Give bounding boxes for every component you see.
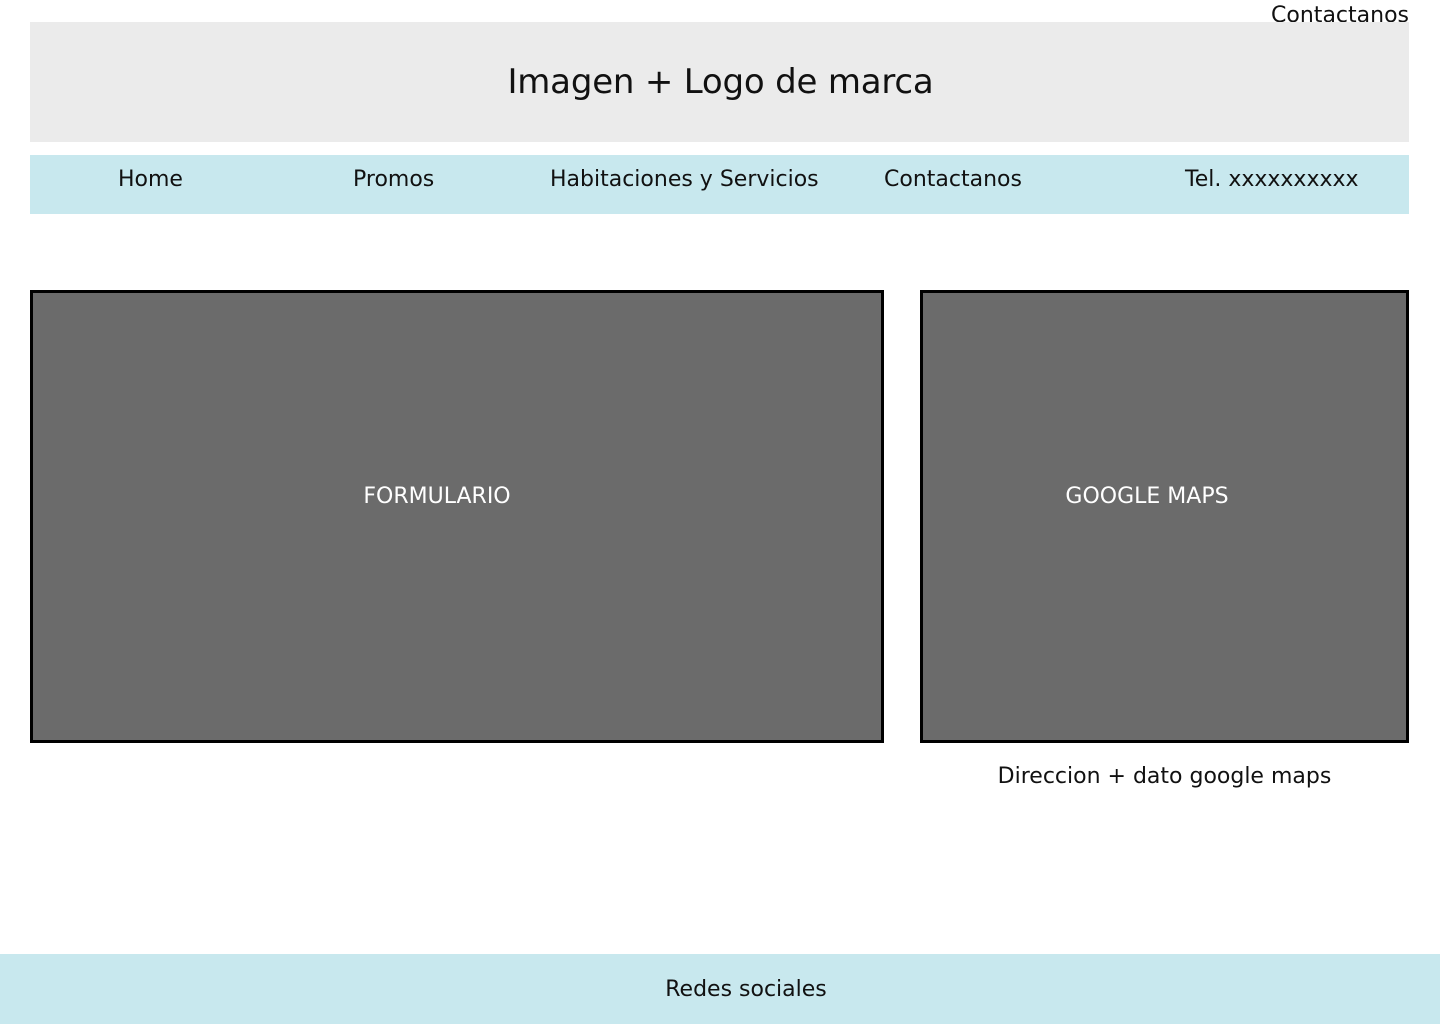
nav-home[interactable]: Home: [118, 155, 183, 203]
social-links[interactable]: Redes sociales: [665, 977, 827, 1002]
hero-text: Imagen + Logo de marca: [507, 62, 934, 102]
footer-social: Redes sociales: [0, 954, 1440, 1024]
nav-contactanos[interactable]: Contactanos: [884, 155, 1022, 203]
nav-promos[interactable]: Promos: [353, 155, 434, 203]
contact-page: Contactanos Imagen + Logo de marca Home …: [0, 0, 1440, 1024]
nav-telefono[interactable]: Tel. xxxxxxxxxx: [1185, 155, 1359, 203]
google-maps-placeholder[interactable]: GOOGLE MAPS: [920, 290, 1409, 743]
hero-banner: Imagen + Logo de marca: [30, 22, 1409, 142]
contact-form-placeholder[interactable]: FORMULARIO: [30, 290, 884, 743]
nav-habitaciones-servicios[interactable]: Habitaciones y Servicios: [550, 155, 819, 203]
form-label: FORMULARIO: [363, 484, 511, 509]
address-text: Direccion + dato google maps: [997, 764, 1332, 789]
main-navigation: Home Promos Habitaciones y Servicios Con…: [30, 155, 1409, 214]
map-label: GOOGLE MAPS: [1065, 484, 1229, 509]
